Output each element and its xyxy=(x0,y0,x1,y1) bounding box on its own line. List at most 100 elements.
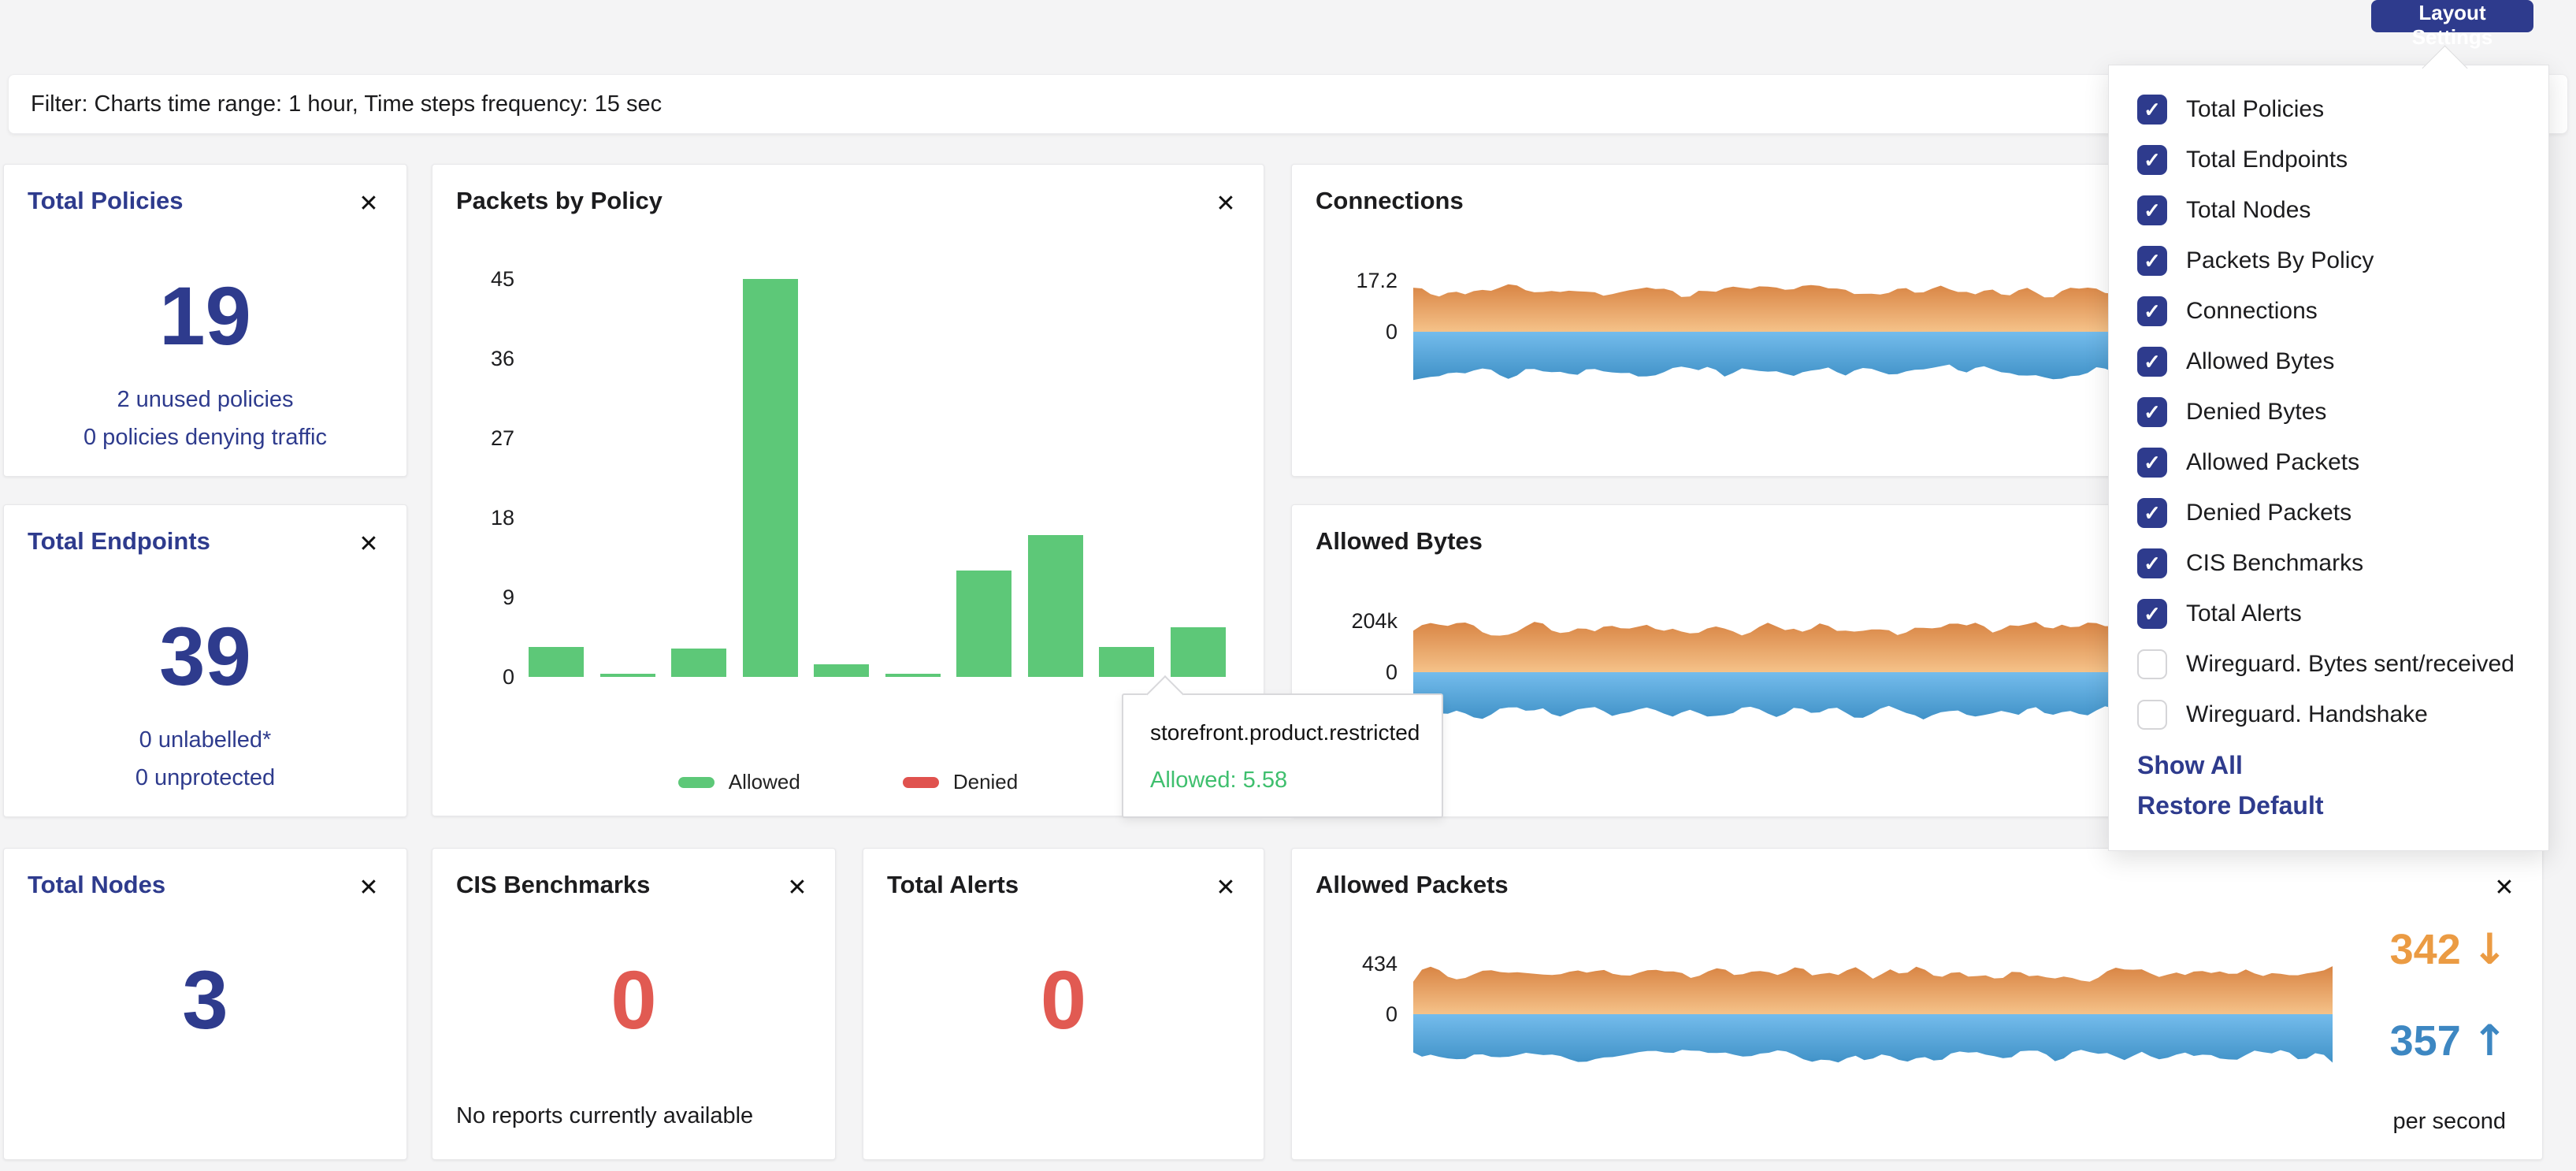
total-endpoints-value: 39 xyxy=(4,615,406,698)
chart-tooltip: storefront.product.restricted Allowed: 5… xyxy=(1122,693,1443,818)
bar[interactable] xyxy=(814,664,869,677)
bar[interactable] xyxy=(743,279,798,677)
y-tick: 0 xyxy=(1311,1002,1397,1027)
arrow-down-icon: ↓ xyxy=(2472,924,2507,974)
bar[interactable] xyxy=(885,674,941,677)
restore-default-link[interactable]: Restore Default xyxy=(2137,791,2548,820)
total-nodes-value: 3 xyxy=(4,959,406,1042)
checkbox-checked-icon[interactable]: ✓ xyxy=(2137,599,2167,629)
dropdown-item-label: Total Nodes xyxy=(2186,197,2311,224)
checkbox-checked-icon[interactable]: ✓ xyxy=(2137,296,2167,326)
close-icon[interactable]: ✕ xyxy=(780,871,815,905)
checkbox-checked-icon[interactable]: ✓ xyxy=(2137,95,2167,125)
legend-swatch xyxy=(903,777,939,788)
total-policies-value: 19 xyxy=(4,275,406,358)
dropdown-item[interactable]: ✓Total Policies xyxy=(2109,84,2548,135)
checkbox-checked-icon[interactable]: ✓ xyxy=(2137,498,2167,528)
dropdown-item[interactable]: ✓ Total Alerts xyxy=(2109,589,2548,639)
bar[interactable] xyxy=(600,674,655,677)
y-tick: 0 xyxy=(448,664,514,690)
dropdown-item[interactable]: ✓CIS Benchmarks xyxy=(2109,538,2548,589)
card-title: Total Alerts xyxy=(887,871,1019,899)
packets-unit-label: per second xyxy=(2393,1109,2507,1135)
y-tick: 0 xyxy=(1311,660,1397,685)
checkbox-checked-icon[interactable]: ✓ xyxy=(2137,145,2167,175)
allowed-packets-area-chart[interactable] xyxy=(1413,928,2333,1093)
y-tick: 36 xyxy=(448,346,514,371)
y-tick: 27 xyxy=(448,426,514,451)
y-tick: 17.2 xyxy=(1311,268,1397,293)
y-tick: 204k xyxy=(1311,608,1397,634)
cis-benchmarks-value: 0 xyxy=(432,959,835,1042)
dropdown-item[interactable]: Wireguard. Bytes sent/received xyxy=(2109,639,2548,690)
legend-item: Allowed xyxy=(678,770,800,794)
dropdown-item[interactable]: ✓ Denied Bytes xyxy=(2109,387,2548,437)
card-title: Connections xyxy=(1316,187,1464,215)
cis-benchmarks-note: No reports currently available xyxy=(456,1103,753,1129)
checkbox-checked-icon[interactable]: ✓ xyxy=(2137,347,2167,377)
y-tick: 434 xyxy=(1311,951,1397,976)
dropdown-item[interactable]: ✓Connections xyxy=(2109,286,2548,336)
bar[interactable] xyxy=(529,647,584,677)
total-policies-subtitle: 0 policies denying traffic xyxy=(4,425,406,451)
checkbox-checked-icon[interactable]: ✓ xyxy=(2137,397,2167,427)
dropdown-item[interactable]: ✓ Total Nodes xyxy=(2109,185,2548,236)
close-icon[interactable]: ✕ xyxy=(351,871,386,905)
y-tick: 18 xyxy=(448,505,514,530)
close-icon[interactable]: ✕ xyxy=(1208,871,1243,905)
legend-swatch xyxy=(678,777,715,788)
filter-text: Filter: Charts time range: 1 hour, Time … xyxy=(31,75,662,133)
bar[interactable] xyxy=(1099,647,1154,677)
dropdown-item-label: Denied Packets xyxy=(2186,500,2351,526)
card-title: Total Policies xyxy=(28,187,184,215)
packets-down-stat: 342 ↓ xyxy=(2390,924,2507,974)
card-cis-benchmarks: CIS Benchmarks ✕ 0 No reports currently … xyxy=(432,848,836,1160)
dropdown-item[interactable]: Wireguard. Handshake xyxy=(2109,690,2548,740)
dropdown-item-label: Denied Bytes xyxy=(2186,399,2326,426)
card-total-nodes: Total Nodes ✕ 3 xyxy=(3,848,407,1160)
card-title: Allowed Bytes xyxy=(1316,527,1483,556)
close-icon[interactable]: ✕ xyxy=(351,527,386,562)
close-icon[interactable]: ✕ xyxy=(351,187,386,221)
packets-up-value: 357 xyxy=(2390,1017,2461,1065)
dropdown-item-label: Wireguard. Bytes sent/received xyxy=(2186,651,2515,678)
dropdown-checkbox-list: ✓Total Policies✓Total Endpoints✓Total No… xyxy=(2109,65,2548,740)
checkbox-unchecked-icon[interactable] xyxy=(2137,700,2167,730)
total-endpoints-subtitle: 0 unprotected xyxy=(4,765,406,791)
packets-up-stat: 357 ↑ xyxy=(2390,1016,2507,1065)
legend-item: Denied xyxy=(903,770,1018,794)
show-all-link[interactable]: Show All xyxy=(2137,751,2548,780)
checkbox-checked-icon[interactable]: ✓ xyxy=(2137,548,2167,578)
arrow-up-icon: ↑ xyxy=(2472,1016,2507,1065)
total-policies-subtitle: 2 unused policies xyxy=(4,387,406,413)
bar-chart-plot[interactable] xyxy=(521,165,1234,677)
bar[interactable] xyxy=(956,571,1011,677)
dropdown-item[interactable]: ✓ Packets By Policy xyxy=(2109,236,2548,286)
tooltip-value: Allowed: 5.58 xyxy=(1150,768,1287,794)
dropdown-item[interactable]: ✓Allowed Packets xyxy=(2109,437,2548,488)
card-title: CIS Benchmarks xyxy=(456,871,650,899)
bar[interactable] xyxy=(1028,535,1083,677)
y-tick: 9 xyxy=(448,585,514,610)
bar[interactable] xyxy=(671,649,726,677)
checkbox-checked-icon[interactable]: ✓ xyxy=(2137,448,2167,478)
dropdown-item-label: Total Alerts xyxy=(2186,600,2302,627)
close-icon[interactable]: ✕ xyxy=(2487,871,2522,905)
checkbox-unchecked-icon[interactable] xyxy=(2137,649,2167,679)
bar[interactable] xyxy=(1171,627,1226,677)
checkbox-checked-icon[interactable]: ✓ xyxy=(2137,195,2167,225)
card-total-policies: Total Policies ✕ 19 2 unused policies 0 … xyxy=(3,164,407,477)
total-endpoints-subtitle: 0 unlabelled* xyxy=(4,727,406,753)
total-alerts-value: 0 xyxy=(863,959,1264,1042)
checkbox-checked-icon[interactable]: ✓ xyxy=(2137,246,2167,276)
layout-settings-button[interactable]: Layout Settings xyxy=(2371,0,2533,32)
layout-settings-dropdown: ✓Total Policies✓Total Endpoints✓Total No… xyxy=(2108,65,2549,851)
card-title: Total Nodes xyxy=(28,871,165,899)
dropdown-item-label: Allowed Bytes xyxy=(2186,348,2334,375)
dropdown-item[interactable]: ✓ Denied Packets xyxy=(2109,488,2548,538)
card-total-endpoints: Total Endpoints ✕ 39 0 unlabelled* 0 unp… xyxy=(3,504,407,817)
y-tick: 0 xyxy=(1311,319,1397,344)
dropdown-item[interactable]: ✓Total Endpoints xyxy=(2109,135,2548,185)
dropdown-item[interactable]: ✓ Allowed Bytes xyxy=(2109,336,2548,387)
dropdown-item-label: Packets By Policy xyxy=(2186,247,2374,274)
